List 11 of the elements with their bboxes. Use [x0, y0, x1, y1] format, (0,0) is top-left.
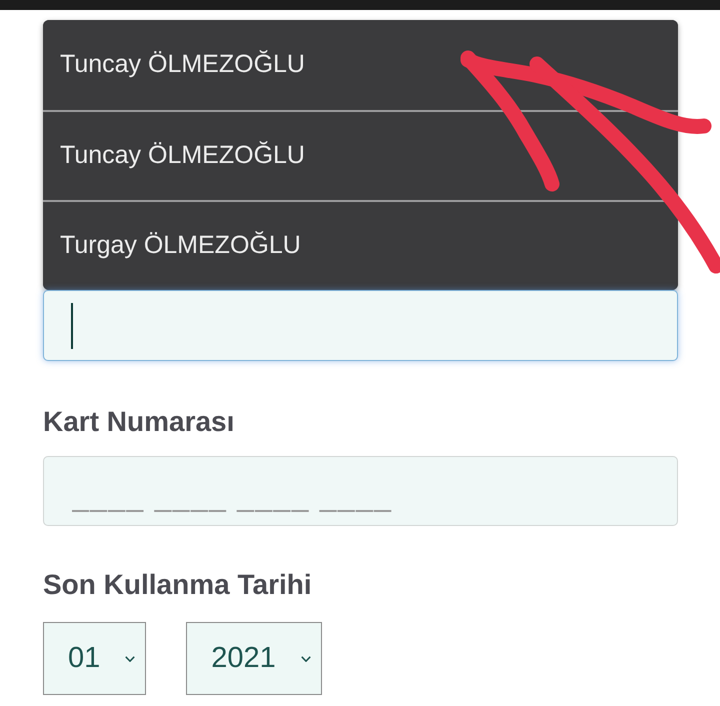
- month-select[interactable]: 01: [43, 622, 146, 695]
- text-cursor: [71, 302, 73, 348]
- name-input[interactable]: [43, 290, 678, 361]
- field-label: Son Kullanma Tarihi: [43, 568, 313, 602]
- chevron-down-icon: [125, 656, 136, 662]
- chevron-down-icon: [300, 656, 311, 662]
- suggestion-item[interactable]: Tuncay ÖLMEZOĞLU: [43, 110, 678, 200]
- suggestion-item[interactable]: Turgay ÖLMEZOĞLU: [43, 200, 678, 290]
- field-label: Kart Numarası: [43, 405, 236, 439]
- year-select[interactable]: 2021: [186, 622, 322, 695]
- suggestion-item[interactable]: Tuncay ÖLMEZOĞLU: [43, 20, 678, 110]
